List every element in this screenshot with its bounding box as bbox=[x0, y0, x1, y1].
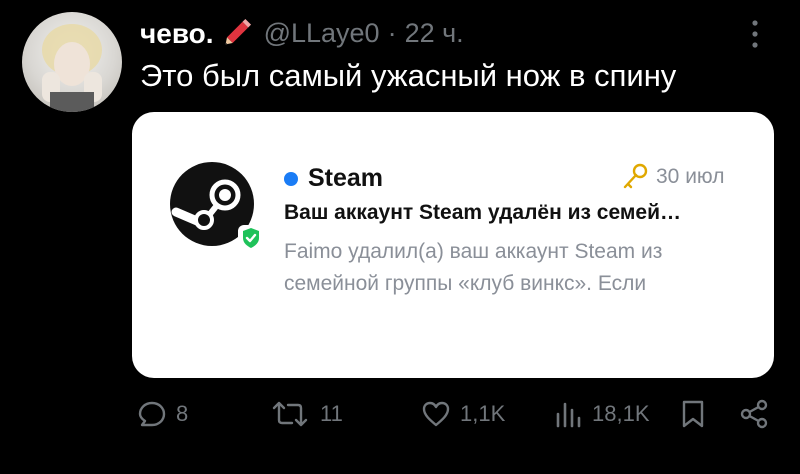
retweet-count: 11 bbox=[320, 401, 343, 426]
attached-image-card[interactable]: Steam 30 июл Ваш аккаунт Steam удалён из… bbox=[132, 112, 774, 378]
reply-count: 8 bbox=[176, 401, 189, 426]
like-icon bbox=[422, 401, 450, 427]
reply-icon bbox=[138, 401, 166, 427]
views-icon bbox=[556, 402, 581, 428]
author-handle[interactable]: @LLaye0 bbox=[264, 18, 380, 49]
views-button[interactable]: 18,1K bbox=[552, 398, 650, 430]
card-date-text: 30 июл bbox=[656, 165, 725, 188]
share-button[interactable] bbox=[738, 398, 770, 430]
bookmark-icon bbox=[682, 400, 704, 428]
like-count: 1,1K bbox=[460, 401, 506, 426]
card-body: Faimo удалил(а) ваш аккаунт Steam из сем… bbox=[284, 240, 663, 295]
separator-dot: · bbox=[387, 18, 397, 48]
author-name[interactable]: чево. bbox=[140, 18, 214, 50]
card-title: Ваш аккаунт Steam удалён из семей… bbox=[284, 201, 682, 224]
views-count: 18,1K bbox=[592, 401, 650, 426]
retweet-button[interactable]: 11 bbox=[268, 398, 343, 430]
unread-dot-icon bbox=[284, 171, 298, 186]
like-button[interactable]: 1,1K bbox=[420, 398, 505, 430]
avatar[interactable] bbox=[22, 12, 122, 112]
card-source-name: Steam bbox=[308, 164, 384, 192]
retweet-icon bbox=[272, 401, 308, 427]
more-icon[interactable] bbox=[745, 16, 765, 52]
pencil-emoji-icon bbox=[222, 14, 256, 53]
reply-button[interactable]: 8 bbox=[136, 398, 188, 430]
verified-shield-icon bbox=[237, 224, 265, 257]
tweet-header: чево. @LLaye0 · 22 ч. bbox=[140, 14, 464, 53]
card-source: Steam bbox=[284, 164, 383, 193]
share-icon bbox=[740, 399, 768, 429]
card-date: 30 июл bbox=[620, 162, 724, 192]
bookmark-button[interactable] bbox=[678, 398, 708, 430]
tweet-text: Это был самый ужасный нож в спину bbox=[140, 58, 677, 93]
key-icon bbox=[623, 163, 648, 189]
tweet-time[interactable]: 22 ч. bbox=[405, 18, 464, 49]
action-bar: 8 11 1,1K 18,1K bbox=[0, 398, 800, 446]
